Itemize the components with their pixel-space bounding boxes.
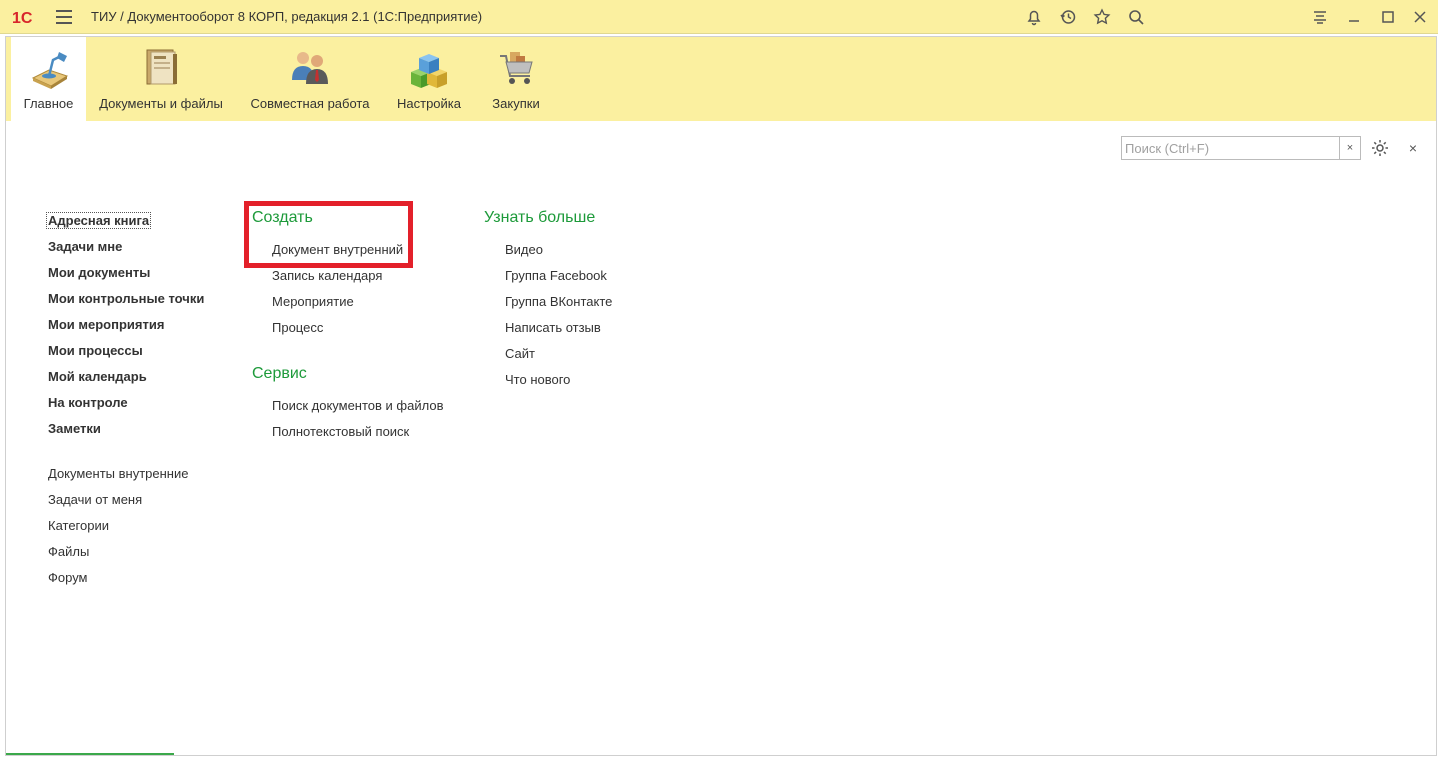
menu-lines-icon[interactable] — [1309, 6, 1331, 28]
section-label: Совместная работа — [250, 96, 370, 111]
create-event-link[interactable]: Мероприятие — [272, 294, 354, 309]
section-label: Закупки — [492, 96, 540, 111]
nav-tasks-to-me[interactable]: Задачи мне — [48, 239, 122, 254]
close-icon[interactable] — [1409, 6, 1431, 28]
learn-more-group-title: Узнать больше — [484, 209, 596, 226]
search-clear-button[interactable]: × — [1339, 137, 1360, 159]
section-main[interactable]: Главное — [11, 37, 86, 121]
site-link[interactable]: Сайт — [505, 346, 535, 361]
main-menu-icon[interactable] — [56, 10, 72, 24]
search-icon[interactable] — [1125, 6, 1147, 28]
window-title: ТИУ / Документооборот 8 КОРП, редакция 2… — [91, 9, 483, 24]
nav-my-processes[interactable]: Мои процессы — [48, 343, 143, 358]
highlight-annotation — [244, 201, 413, 268]
star-icon[interactable] — [1091, 6, 1113, 28]
fulltext-search-link[interactable]: Полнотекстовый поиск — [272, 424, 409, 439]
nav-my-documents[interactable]: Мои документы — [48, 265, 150, 280]
section-documents[interactable]: Документы и файлы — [96, 37, 226, 121]
nav-address-book[interactable]: Адресная книга — [46, 212, 152, 229]
section-collaboration[interactable]: Совместная работа — [246, 37, 374, 121]
nav-notes[interactable]: Заметки — [48, 421, 101, 436]
minimize-icon[interactable] — [1343, 6, 1365, 28]
nav-internal-documents[interactable]: Документы внутренние — [48, 466, 188, 481]
history-icon[interactable] — [1057, 6, 1079, 28]
create-calendar-entry-link[interactable]: Запись календаря — [272, 268, 382, 283]
service-group-title: Сервис — [252, 365, 307, 382]
desk-lamp-icon — [31, 52, 68, 89]
gear-icon[interactable] — [1370, 138, 1390, 158]
section-label: Настройка — [397, 96, 461, 111]
section-purchases[interactable]: Закупки — [484, 37, 548, 121]
search-input[interactable] — [1122, 137, 1340, 159]
nav-files[interactable]: Файлы — [48, 544, 89, 559]
nav-my-checkpoints[interactable]: Мои контрольные точки — [48, 291, 204, 306]
sections-panel: Главное Документы и файлы Совместная раб… — [6, 37, 1437, 121]
create-process-link[interactable]: Процесс — [272, 320, 323, 335]
section-label: Главное — [23, 96, 74, 111]
svg-text:1С: 1С — [12, 10, 33, 26]
maximize-icon[interactable] — [1377, 6, 1399, 28]
folder-documents-icon — [146, 49, 177, 85]
whats-new-link[interactable]: Что нового — [505, 372, 570, 387]
cubes-icon — [411, 54, 447, 88]
nav-my-calendar[interactable]: Мой календарь — [48, 369, 147, 384]
nav-on-control[interactable]: На контроле — [48, 395, 128, 410]
vkontakte-group-link[interactable]: Группа ВКонтакте — [505, 294, 612, 309]
section-settings[interactable]: Настройка — [394, 37, 464, 121]
close-panel-button[interactable]: × — [1404, 139, 1422, 157]
people-icon — [292, 52, 328, 84]
nav-my-events[interactable]: Мои мероприятия — [48, 317, 164, 332]
title-bar: 1С ТИУ / Документооборот 8 КОРП, редакци… — [0, 0, 1438, 34]
1c-logo-icon[interactable]: 1С — [12, 8, 44, 26]
search-documents-files-link[interactable]: Поиск документов и файлов — [272, 398, 443, 413]
bell-icon[interactable] — [1023, 6, 1045, 28]
status-indicator — [6, 753, 174, 755]
nav-tasks-from-me[interactable]: Задачи от меня — [48, 492, 142, 507]
nav-categories[interactable]: Категории — [48, 518, 109, 533]
write-review-link[interactable]: Написать отзыв — [505, 320, 601, 335]
shopping-cart-icon — [500, 52, 533, 84]
search-box: × — [1121, 136, 1361, 160]
section-label: Документы и файлы — [99, 96, 223, 111]
video-link[interactable]: Видео — [505, 242, 543, 257]
facebook-group-link[interactable]: Группа Facebook — [505, 268, 607, 283]
nav-forum[interactable]: Форум — [48, 570, 88, 585]
